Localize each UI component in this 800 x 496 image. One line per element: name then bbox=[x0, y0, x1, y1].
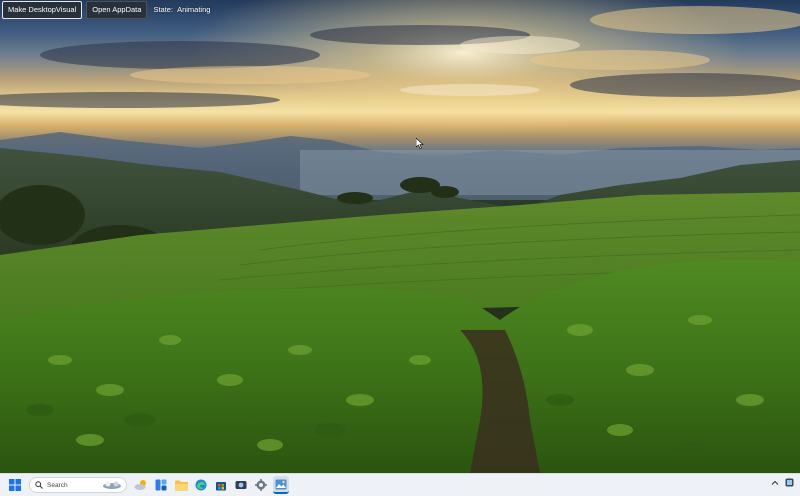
chevron-up-icon[interactable] bbox=[771, 479, 779, 487]
settings-gear-icon[interactable] bbox=[253, 477, 269, 493]
desktop-wallpaper bbox=[0, 0, 800, 473]
start-windows-icon[interactable] bbox=[7, 477, 23, 493]
taskbar: Search bbox=[0, 473, 800, 496]
make-desktopvisual-button[interactable]: Make DesktopVisual bbox=[2, 1, 83, 19]
system-tray bbox=[771, 478, 794, 487]
open-appdata-button[interactable]: Open AppData bbox=[86, 1, 148, 19]
store-icon[interactable] bbox=[213, 477, 229, 493]
widgets-icon[interactable] bbox=[153, 477, 169, 493]
state-label: State: bbox=[153, 5, 174, 14]
weather-icon[interactable] bbox=[133, 477, 149, 493]
file-explorer-icon[interactable] bbox=[173, 477, 189, 493]
taskbar-search-box[interactable]: Search bbox=[29, 477, 127, 493]
mouse-cursor-icon bbox=[416, 138, 424, 149]
search-label: Search bbox=[47, 481, 68, 489]
state-value: Animating bbox=[177, 5, 211, 14]
camera-icon[interactable] bbox=[233, 477, 249, 493]
edge-browser-icon[interactable] bbox=[193, 477, 209, 493]
landscape-image bbox=[0, 0, 800, 473]
search-icon bbox=[35, 481, 43, 489]
photos-app-icon[interactable] bbox=[273, 476, 289, 494]
search-highlight-icon bbox=[103, 481, 121, 489]
app-indicator-icon[interactable] bbox=[785, 478, 794, 487]
control-bar: Make DesktopVisual Open AppData State: A… bbox=[2, 1, 210, 19]
